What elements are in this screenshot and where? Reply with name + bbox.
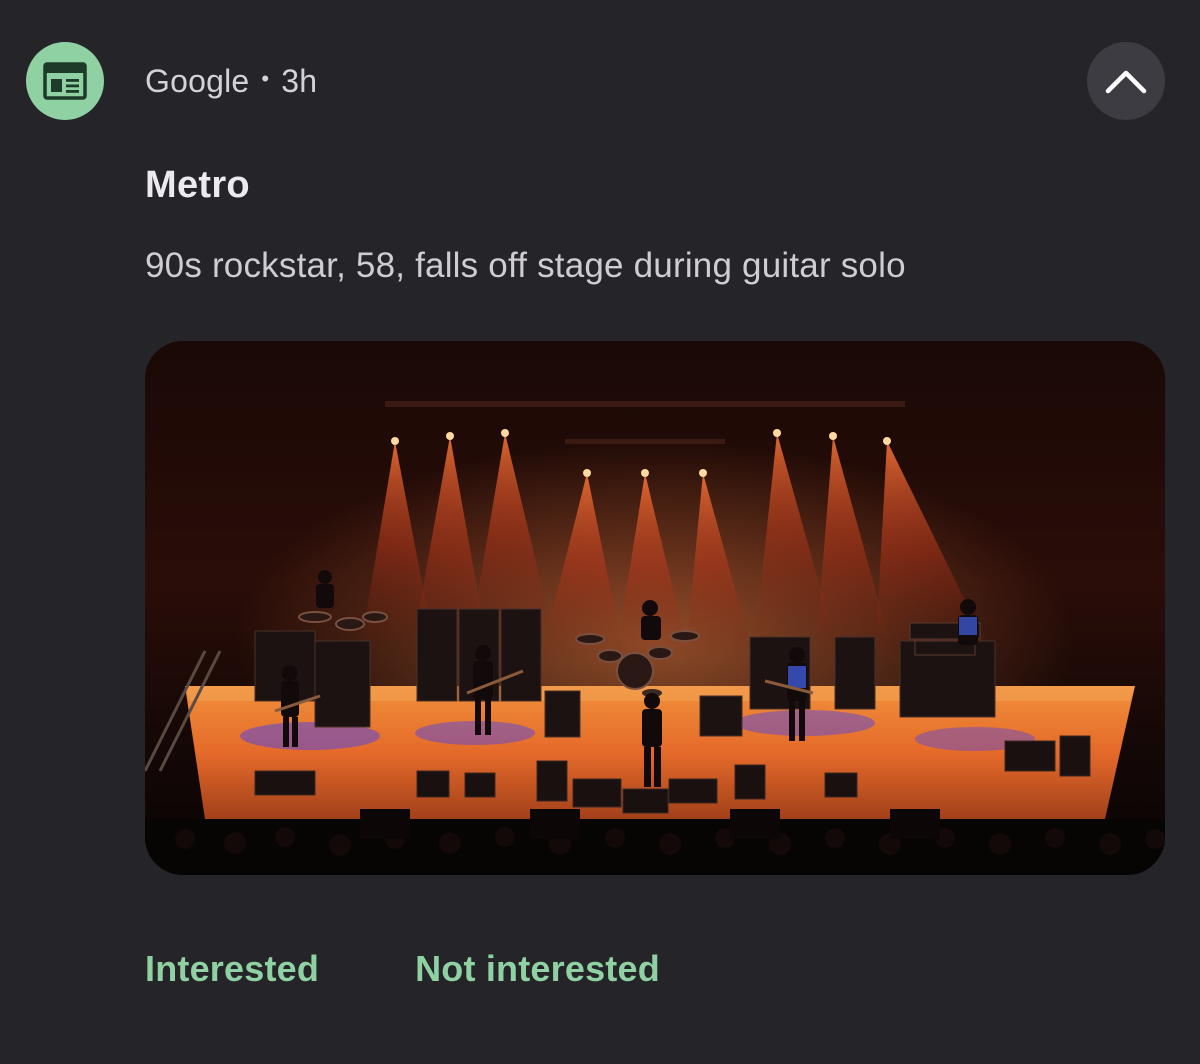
header-separator: • xyxy=(261,66,270,91)
not-interested-button[interactable]: Not interested xyxy=(415,948,660,990)
notification-actions: Interested Not interested xyxy=(145,948,660,990)
chevron-up-icon xyxy=(1105,70,1147,94)
concert-photo-illustration xyxy=(145,341,1165,875)
app-name: Google xyxy=(145,62,250,99)
collapse-button[interactable] xyxy=(1087,42,1165,120)
notification-body: 90s rockstar, 58, falls off stage during… xyxy=(145,246,906,285)
notification-header: Google • 3h xyxy=(145,58,317,104)
concert-photo[interactable] xyxy=(145,341,1165,875)
notification-card[interactable]: Google • 3h Metro 90s rockstar, 58, fall… xyxy=(0,0,1200,1064)
interested-button[interactable]: Interested xyxy=(145,948,319,990)
news-icon-glyph xyxy=(43,62,87,100)
notification-time: 3h xyxy=(281,62,318,99)
news-icon xyxy=(26,42,104,120)
notification-title: Metro xyxy=(145,164,250,206)
